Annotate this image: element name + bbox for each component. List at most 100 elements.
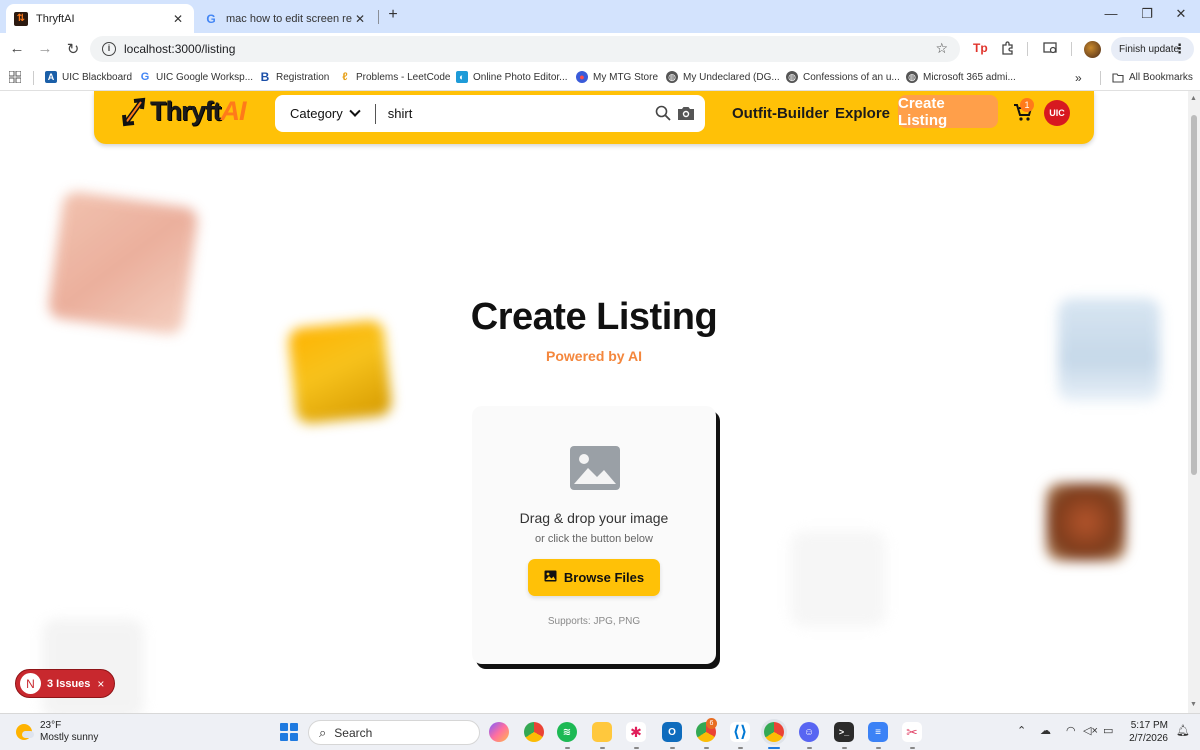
slack-icon[interactable]: ✱: [626, 722, 646, 742]
logo-main-text: Thryft: [150, 96, 221, 126]
restore-icon[interactable]: ❐: [1137, 6, 1157, 22]
bookmark-uic-blackboard[interactable]: A UIC Blackboard: [45, 71, 132, 83]
category-dropdown[interactable]: Category: [290, 105, 361, 121]
search-divider: [374, 103, 376, 124]
clock-time: 5:17 PM: [1130, 720, 1168, 731]
bookmark-confessions[interactable]: ◍ Confessions of an u...: [786, 71, 900, 83]
browse-files-button[interactable]: Browse Files: [528, 559, 660, 596]
page-scrollbar[interactable]: ▲ ▼: [1188, 91, 1200, 713]
issues-close-icon[interactable]: ×: [97, 677, 104, 691]
extension-tp-icon[interactable]: Tp: [973, 41, 988, 55]
image-upload-dropzone[interactable]: Drag & drop your image or click the butt…: [472, 406, 716, 664]
url-text[interactable]: localhost:3000/listing: [124, 42, 235, 56]
windows-taskbar: 23°F Mostly sunny ⌕ Search ≋ ✱ O 6 ⟨⟩ ☺ …: [0, 713, 1200, 750]
profile-avatar-icon[interactable]: [1084, 41, 1101, 58]
vscode-icon[interactable]: ⟨⟩: [730, 722, 750, 742]
battery-icon[interactable]: ▭: [1103, 724, 1113, 737]
back-icon[interactable]: ←: [8, 40, 26, 57]
all-bookmarks-button[interactable]: All Bookmarks: [1112, 71, 1193, 83]
more-menu-icon[interactable]: ⋮: [1173, 41, 1186, 57]
tab-thryftai[interactable]: ⇅ ThryftAI ✕: [6, 4, 194, 33]
nextjs-logo-icon: N: [20, 673, 41, 694]
dev-issues-badge[interactable]: N 3 Issues ×: [15, 669, 115, 698]
running-indicator: [842, 747, 847, 749]
spotify-icon[interactable]: ≋: [557, 722, 577, 742]
google-favicon-icon: G: [206, 11, 216, 26]
tray-overflow-icon[interactable]: ⌃: [1017, 724, 1026, 737]
nav-explore[interactable]: Explore: [835, 105, 890, 122]
bookmark-star-icon[interactable]: ☆: [935, 40, 948, 57]
bookmark-photo-editor[interactable]: ◐ Online Photo Editor...: [456, 71, 568, 83]
background-clothing-image: [1046, 483, 1126, 561]
bookmark-label: My Undeclared (DG...: [683, 71, 780, 83]
reload-icon[interactable]: ↻: [64, 40, 82, 58]
tab-close-icon[interactable]: ✕: [170, 12, 186, 26]
taskbar-search[interactable]: ⌕ Search: [308, 720, 480, 745]
logo-arrows-icon: [122, 97, 146, 127]
globe-icon: ◍: [786, 71, 798, 83]
tab-title: ThryftAI: [36, 12, 75, 25]
notepad-icon[interactable]: ≡: [868, 722, 888, 742]
tab-search-icon[interactable]: [1043, 41, 1058, 58]
search-input[interactable]: [387, 106, 648, 121]
bookmarks-divider: [33, 71, 34, 85]
minimize-icon[interactable]: —: [1101, 6, 1121, 21]
new-tab-button[interactable]: +: [385, 6, 401, 24]
image-placeholder-icon: [570, 446, 620, 495]
bookmark-microsoft-365[interactable]: ◍ Microsoft 365 admi...: [906, 71, 1016, 83]
bookmark-label: All Bookmarks: [1129, 71, 1193, 83]
user-avatar[interactable]: UIC: [1044, 100, 1070, 126]
omnibox[interactable]: i localhost:3000/listing ☆: [90, 36, 960, 62]
scrollbar-thumb[interactable]: [1191, 115, 1197, 475]
cloud-offline-icon[interactable]: ☁: [1040, 724, 1051, 737]
running-indicator: [565, 747, 570, 749]
extensions-puzzle-icon[interactable]: [1001, 41, 1015, 58]
folder-icon: [1112, 71, 1124, 83]
bookmark-my-undeclared[interactable]: ◍ My Undeclared (DG...: [666, 71, 780, 83]
snipping-tool-icon[interactable]: ✂: [902, 722, 922, 742]
chrome-icon[interactable]: [524, 722, 544, 742]
thryftai-logo[interactable]: ThryftAI: [122, 96, 247, 127]
chrome-active-icon[interactable]: [764, 722, 784, 742]
system-clock[interactable]: 5:17 PM 2/7/2026: [1126, 719, 1168, 745]
bookmark-uic-google-workspace[interactable]: G UIC Google Worksp...: [139, 71, 253, 83]
search-icon[interactable]: [655, 105, 671, 126]
page-title: Create Listing: [470, 296, 718, 338]
camera-icon[interactable]: [677, 105, 695, 126]
apps-grid-icon[interactable]: [9, 71, 21, 83]
issues-count-label: 3 Issues: [47, 677, 91, 690]
terminal-icon[interactable]: >_: [834, 722, 854, 742]
scroll-down-icon[interactable]: ▼: [1190, 701, 1197, 708]
tab-google-search[interactable]: G mac how to edit screen recordin ✕: [196, 4, 376, 33]
weather-widget[interactable]: 23°F Mostly sunny: [16, 720, 98, 744]
registration-b-icon: B: [260, 70, 270, 84]
bookmark-label: UIC Blackboard: [62, 71, 133, 83]
windows-start-icon[interactable]: [280, 723, 298, 741]
bookmark-leetcode[interactable]: ℓ Problems - LeetCode: [339, 71, 450, 83]
outlook-icon[interactable]: O: [662, 722, 682, 742]
drag-drop-text: Drag & drop your image: [519, 510, 669, 526]
tab-close-icon[interactable]: ✕: [352, 12, 368, 26]
bookmarks-overflow-icon[interactable]: »: [1075, 71, 1082, 85]
notifications-icon[interactable]: 🔔︎: [1176, 724, 1190, 737]
window-close-icon[interactable]: ✕: [1171, 6, 1191, 22]
nav-outfit-builder[interactable]: Outfit-Builder: [732, 105, 829, 122]
finish-update-button[interactable]: Finish update ⋮: [1111, 37, 1194, 61]
bookmark-registration[interactable]: B Registration: [259, 70, 330, 84]
bookmark-label: Registration: [276, 71, 330, 83]
site-info-icon[interactable]: i: [102, 42, 116, 56]
google-icon: G: [140, 71, 150, 83]
bookmark-label: Online Photo Editor...: [473, 71, 568, 83]
copilot-icon[interactable]: [489, 722, 509, 742]
create-listing-nav-button[interactable]: Create Listing: [898, 95, 998, 129]
bookmarks-divider: [1100, 71, 1101, 85]
scroll-up-icon[interactable]: ▲: [1190, 95, 1197, 102]
volume-muted-icon[interactable]: ◁×: [1083, 724, 1098, 737]
category-label: Category: [290, 106, 343, 121]
bookmark-mtg-store[interactable]: ● My MTG Store: [576, 71, 658, 83]
file-explorer-icon[interactable]: [592, 722, 612, 742]
wifi-icon[interactable]: ◠: [1066, 724, 1076, 737]
forward-icon[interactable]: →: [36, 40, 54, 57]
logo-wordmark: ThryftAI: [150, 96, 247, 127]
discord-icon[interactable]: ☺: [799, 722, 819, 742]
